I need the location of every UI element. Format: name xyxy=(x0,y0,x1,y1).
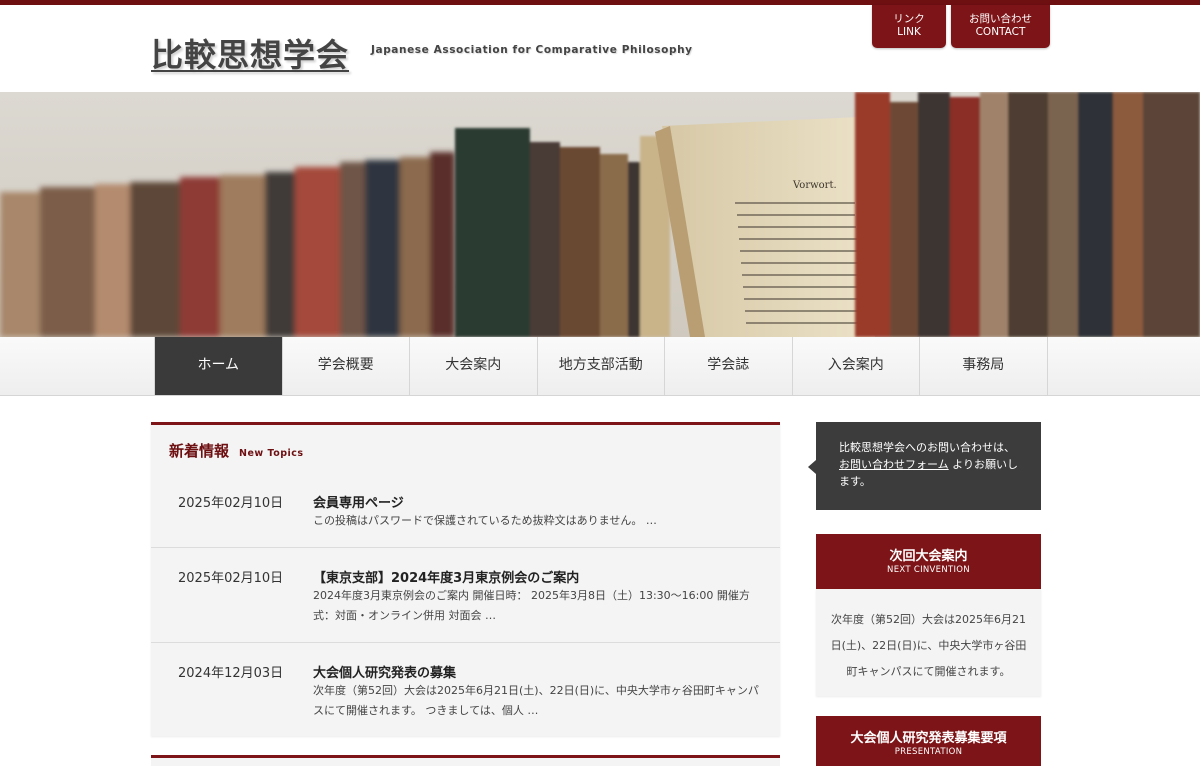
next-convention-heading[interactable]: 次回大会案内 NEXT CINVENTION xyxy=(816,534,1041,596)
topic-post[interactable]: 2024年12月03日 大会個人研究発表の募集 次年度（第52回）大会は2025… xyxy=(151,643,780,736)
contact-button-label-ja: お問い合わせ xyxy=(969,13,1032,25)
post-title[interactable]: 【東京支部】2024年度3月東京例会のご案内 xyxy=(313,567,579,586)
post-title[interactable]: 大会個人研究発表の募集 xyxy=(313,662,456,681)
hero-book-heading: Vorwort. xyxy=(792,180,837,191)
next-convention-subtitle: NEXT CINVENTION xyxy=(887,565,970,575)
site-title[interactable]: 比較思想学会 xyxy=(151,30,349,76)
topic-post[interactable]: 2025年02月10日 【東京支部】2024年度3月東京例会のご案内 2024年… xyxy=(151,548,780,643)
presentation-subtitle: PRESENTATION xyxy=(894,747,963,757)
presentation-title: 大会個人研究発表募集要項 xyxy=(850,731,1007,746)
hero-image-bookshelf: Vorwort. xyxy=(0,92,1200,337)
post-excerpt: この投稿はパスワードで保護されているため抜粋文はありません。 … xyxy=(313,514,657,527)
nav-item-branches[interactable]: 地方支部活動 xyxy=(538,337,665,395)
contact-text-before: 比較思想学会へのお問い合わせは、 xyxy=(839,441,1015,454)
presentation-heading[interactable]: 大会個人研究発表募集要項 PRESENTATION xyxy=(816,716,1041,766)
link-button[interactable]: リンク LINK xyxy=(872,5,946,48)
site-subtitle: Japanese Association for Comparative Phi… xyxy=(371,44,693,56)
nav-item-membership[interactable]: 入会案内 xyxy=(793,337,920,395)
post-date: 2025年02月10日 xyxy=(178,571,284,586)
nav-item-office[interactable]: 事務局 xyxy=(920,337,1048,395)
new-topics-subtitle: New Topics xyxy=(239,448,304,459)
link-button-label-ja: リンク xyxy=(893,13,925,25)
post-date: 2024年12月03日 xyxy=(178,666,284,681)
nav-item-about[interactable]: 学会概要 xyxy=(283,337,410,395)
nav-item-convention[interactable]: 大会案内 xyxy=(410,337,538,395)
contact-button[interactable]: お問い合わせ CONTACT xyxy=(951,5,1050,48)
next-convention-body: 次年度（第52回）大会は2025年6月21日(土)、22日(日)に、中央大学市ヶ… xyxy=(816,589,1041,696)
next-panel-edge xyxy=(151,755,780,766)
link-button-label-en: LINK xyxy=(897,26,921,38)
new-topics-title: 新着情報 xyxy=(169,442,230,460)
main-navigation: ホーム 学会概要 大会案内 地方支部活動 学会誌 入会案内 事務局 xyxy=(0,337,1200,396)
contact-form-link[interactable]: お問い合わせフォーム xyxy=(839,458,949,471)
post-excerpt: 次年度（第52回）大会は2025年6月21日(土)、22日(日)に、中央大学市ヶ… xyxy=(313,684,759,717)
new-topics-heading: 新着情報 New Topics xyxy=(169,440,304,461)
topic-post[interactable]: 2025年02月10日 会員専用ページ この投稿はパスワードで保護されているため… xyxy=(151,472,780,548)
post-date: 2025年02月10日 xyxy=(178,496,284,511)
nav-item-journal[interactable]: 学会誌 xyxy=(665,337,793,395)
new-topics-panel: 新着情報 New Topics 2025年02月10日 会員専用ページ この投稿は… xyxy=(151,422,780,736)
contact-button-label-en: CONTACT xyxy=(975,26,1026,38)
nav-item-home[interactable]: ホーム xyxy=(155,337,283,395)
post-excerpt: 2024年度3月東京例会のご案内 開催日時： 2025年3月8日（土）13:30… xyxy=(313,589,750,622)
post-title[interactable]: 会員専用ページ xyxy=(313,492,404,511)
next-convention-title: 次回大会案内 xyxy=(889,549,968,564)
sidebar-contact-box: 比較思想学会へのお問い合わせは、お問い合わせフォーム よりお願いします。 xyxy=(808,422,1041,510)
